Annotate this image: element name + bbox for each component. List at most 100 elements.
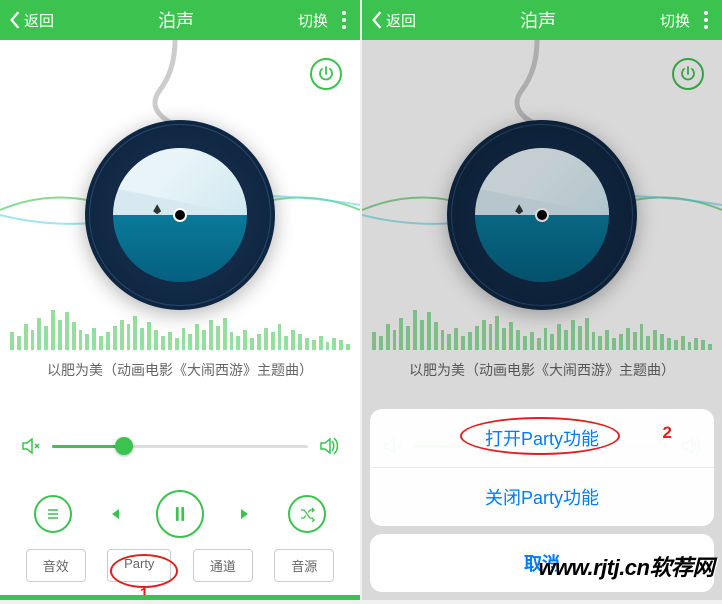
eq-bar	[175, 338, 179, 350]
eq-bar	[51, 310, 55, 350]
playback-controls	[0, 490, 360, 538]
eq-bar	[154, 330, 158, 350]
eq-bar	[332, 338, 336, 350]
eq-bar	[202, 330, 206, 350]
tab-party[interactable]: Party	[107, 549, 171, 582]
eq-bar	[188, 334, 192, 350]
eq-bar	[236, 336, 240, 350]
annotation-label-2: 2	[663, 423, 672, 443]
prev-icon	[106, 506, 122, 522]
eq-bar	[17, 336, 21, 350]
playlist-button[interactable]	[34, 495, 72, 533]
eq-bar	[24, 324, 28, 350]
eq-bar	[10, 332, 14, 350]
menu-icon[interactable]	[336, 11, 352, 29]
chevron-left-icon	[8, 11, 22, 29]
eq-bar	[58, 320, 62, 350]
chevron-left-icon	[370, 11, 384, 29]
next-button[interactable]	[232, 495, 260, 533]
eq-bar	[216, 326, 220, 350]
eq-bar	[230, 332, 234, 350]
eq-bar	[72, 322, 76, 350]
eq-bar	[92, 328, 96, 350]
volume-fill	[52, 445, 124, 448]
eq-bar	[298, 334, 302, 350]
eq-bar	[79, 330, 83, 350]
eq-bar	[264, 328, 268, 350]
player-body: 以肥为美（动画电影《大闹西游》主题曲） 音效 Party 通道	[0, 40, 360, 600]
eq-bar	[85, 334, 89, 350]
back-label: 返回	[386, 10, 416, 31]
eq-bar	[278, 324, 282, 350]
volume-max-icon	[318, 435, 340, 457]
shuffle-button[interactable]	[288, 495, 326, 533]
eq-bar	[147, 322, 151, 350]
player-body: 以肥为美（动画电影《大闹西游》主题曲） 打开Party功能 2 关闭Pa	[362, 40, 722, 600]
eq-bar	[271, 332, 275, 350]
shuffle-icon	[299, 506, 315, 522]
eq-bar	[37, 318, 41, 350]
list-icon	[45, 506, 61, 522]
eq-bar	[291, 330, 295, 350]
eq-bar	[284, 336, 288, 350]
eq-bar	[161, 336, 165, 350]
pause-icon	[169, 503, 191, 525]
prev-button[interactable]	[100, 495, 128, 533]
eq-bar	[120, 320, 124, 350]
sheet-close-party[interactable]: 关闭Party功能	[370, 468, 714, 526]
eq-bar	[250, 338, 254, 350]
eq-bar	[133, 316, 137, 350]
tab-source[interactable]: 音源	[274, 549, 334, 582]
bottom-tabs: 音效 Party 通道 音源	[0, 549, 360, 582]
next-icon	[238, 506, 254, 522]
eq-bar	[346, 344, 350, 350]
eq-bar	[312, 340, 316, 350]
back-button[interactable]: 返回	[8, 10, 54, 31]
tab-effect[interactable]: 音效	[26, 549, 86, 582]
volume-thumb[interactable]	[115, 437, 133, 455]
eq-bar	[195, 324, 199, 350]
eq-bar	[127, 324, 131, 350]
switch-button[interactable]: 切换	[660, 10, 690, 31]
pause-button[interactable]	[156, 490, 204, 538]
screen-actionsheet: 返回 泊声 切换	[362, 0, 722, 600]
back-label: 返回	[24, 10, 54, 31]
back-button[interactable]: 返回	[370, 10, 416, 31]
page-title: 泊声	[54, 7, 298, 33]
volume-track[interactable]	[52, 445, 308, 448]
power-icon	[318, 66, 334, 82]
eq-bar	[99, 336, 103, 350]
screen-main: 返回 泊声 切换	[0, 0, 360, 600]
eq-bar	[257, 334, 261, 350]
header: 返回 泊声 切换	[0, 0, 360, 40]
album-disc[interactable]	[85, 120, 275, 310]
eq-bar	[223, 318, 227, 350]
equalizer	[10, 300, 350, 350]
eq-bar	[31, 330, 35, 350]
eq-bar	[168, 332, 172, 350]
eq-bar	[305, 338, 309, 350]
volume-mute-icon	[20, 435, 42, 457]
eq-bar	[243, 330, 247, 350]
eq-bar	[65, 312, 69, 350]
bottom-bar	[0, 595, 360, 600]
watermark: www.rjtj.cn软荐网	[538, 550, 714, 582]
eq-bar	[113, 326, 117, 350]
sheet-open-party-label: 打开Party功能	[485, 429, 599, 449]
tab-channel[interactable]: 通道	[193, 549, 253, 582]
eq-bar	[319, 336, 323, 350]
header: 返回 泊声 切换	[362, 0, 722, 40]
sheet-open-party[interactable]: 打开Party功能 2	[370, 409, 714, 468]
track-name: 以肥为美（动画电影《大闹西游》主题曲）	[0, 360, 360, 380]
eq-bar	[326, 342, 330, 350]
eq-bar	[106, 332, 110, 350]
eq-bar	[209, 320, 213, 350]
power-button[interactable]	[310, 58, 342, 90]
page-title: 泊声	[416, 7, 660, 33]
eq-bar	[44, 326, 48, 350]
menu-icon[interactable]	[698, 11, 714, 29]
eq-bar	[182, 328, 186, 350]
switch-button[interactable]: 切换	[298, 10, 328, 31]
eq-bar	[140, 328, 144, 350]
volume-slider[interactable]	[20, 435, 340, 457]
